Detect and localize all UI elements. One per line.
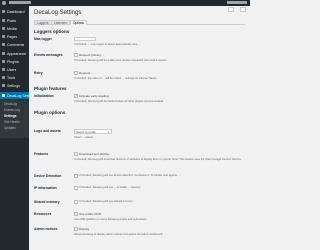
menu-item-settings[interactable]: Settings [0,82,29,89]
tab-loggers[interactable]: Loggers [34,20,52,25]
initialization-checkbox[interactable] [74,94,78,98]
menu-item-users[interactable]: Users [0,66,29,73]
users-icon [2,68,5,71]
page-title: DecaLog Settings [34,10,82,16]
section-plugin-options: Plugin options [34,110,66,115]
logo-and-assets-label: Logo and assets [34,129,61,133]
initialization-label: Initialization [34,94,54,98]
decalog-icon [2,94,5,97]
logo-and-assets-desc: Select ... assets ... [74,136,96,139]
admin-sidebar: Dashboard Posts Media Pages Comments App… [0,6,29,250]
shared-memory-label: Shared memory [34,200,60,204]
resources-desc: Use CDN (jsDelivr) to serve DecaLog scri… [74,218,148,221]
chevron-down-icon: ▼ [107,131,110,134]
menu-item-pages[interactable]: Pages [0,33,29,40]
admin-notices-label: Admin notices [34,227,58,231]
features-label: Features [34,152,49,156]
resources-label: Resources [34,212,52,216]
menu-item-tools[interactable]: Tools [0,74,29,81]
retry-text: Respect ... [79,71,94,75]
tab-listeners[interactable]: Listeners [51,20,70,25]
features-text: Download and display [79,152,110,156]
max-logger-desc: If checked, ... max logger to detect aut… [74,43,140,46]
device-detection-checkbox[interactable] [74,174,78,178]
events-messages-label: Events messages [34,53,63,57]
comments-icon [2,43,5,46]
menu-item-dashboard[interactable]: Dashboard [0,8,29,15]
wordpress-logo-icon[interactable] [2,1,6,5]
decalog-submenu: DecaLog Events Log Settings Site Health … [0,100,29,138]
features-checkbox[interactable] [74,152,78,156]
dashboard-icon [2,10,5,13]
help-button[interactable] [240,7,246,12]
submenu-item-events-log[interactable]: Events Log [4,108,20,112]
retry-desc: If checked, the value of ... will be ret… [74,77,158,80]
screen-options-button[interactable] [228,7,234,12]
tools-icon [2,76,5,79]
submenu-item-updates[interactable]: Updates [4,126,16,130]
initialization-text: Activate early-loading [79,94,109,98]
events-messages-text: Respect privacy [79,53,102,57]
user-menu[interactable] [227,1,247,4]
main-content: DecaLog Settings Loggers Listeners Optio… [29,6,250,250]
events-messages-checkbox[interactable] [74,53,78,57]
plugins-icon [2,60,5,63]
section-loggers-options: Loggers options [34,29,70,34]
menu-item-media[interactable]: Media [0,25,29,32]
submenu-item-decalog[interactable]: DecaLog [4,102,17,106]
max-logger-label: Max logger [34,37,52,41]
submenu-item-settings[interactable]: Settings [4,114,17,118]
posts-icon [2,19,5,22]
pages-icon [2,35,5,38]
ip-information-checkbox[interactable] [74,186,78,190]
tab-options[interactable]: Options [70,20,87,25]
resources-text: Use public CDN [79,212,102,216]
appearance-icon [2,52,5,55]
menu-item-appearance[interactable]: Appearance [0,50,29,57]
menu-item-plugins[interactable]: Plugins [0,58,29,65]
retry-label: Retry [34,71,43,75]
submenu-item-site-health[interactable]: Site Health [4,120,20,124]
initialization-desc: If checked, DecaLog will be loaded befor… [74,100,164,103]
site-name-link[interactable] [9,1,31,4]
resources-checkbox[interactable] [74,212,78,216]
menu-item-posts[interactable]: Posts [0,17,29,24]
max-logger-input[interactable] [74,37,96,41]
ip-information-desc: If checked, DecaLog will use ... to obta… [79,186,141,189]
menu-item-comments[interactable]: Comments [0,41,29,48]
admin-notices-text: Display [79,227,90,231]
admin-notices-checkbox[interactable] [74,227,78,231]
features-desc: If checked, DecaLog will download favico… [74,158,242,161]
settings-icon [2,84,5,87]
admin-notices-desc: Allows DecaLog to display admin notices … [74,233,164,236]
device-detection-desc: If checked, DecaLog will use device dete… [79,174,181,177]
section-plugin-features: Plugin features [34,86,67,91]
shared-memory-checkbox[interactable] [74,200,78,204]
shared-memory-desc: If checked, DecaLog will use shared memo… [79,200,136,203]
menu-item-decalog[interactable]: DecaLog Settings [0,92,29,99]
logo-and-assets-select-value: Select a profile [76,130,96,134]
events-messages-desc: If checked, DecaLog will be a little mor… [74,59,168,62]
retry-checkbox[interactable] [74,71,78,75]
logo-and-assets-select[interactable]: Select a profile ▼ [74,129,112,134]
settings-tabs: Loggers Listeners Options [34,20,245,25]
device-detection-label: Device Detection [34,174,62,178]
ip-information-label: IP information [34,186,57,190]
media-icon [2,27,5,30]
